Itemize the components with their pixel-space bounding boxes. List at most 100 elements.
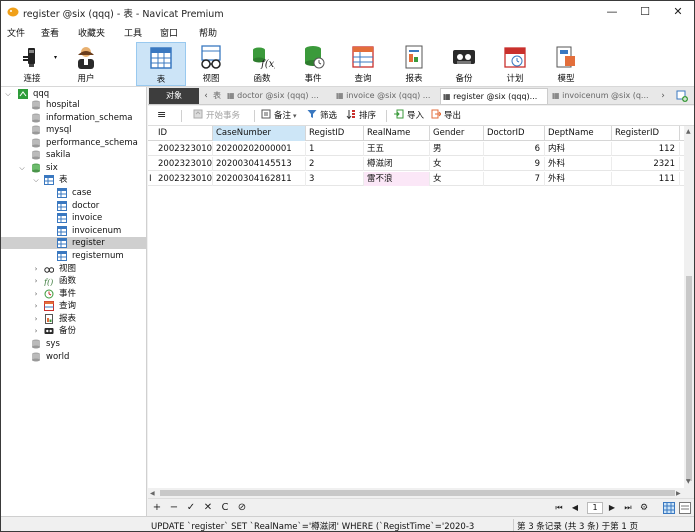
apply-changes-button[interactable]: ✓: [185, 502, 197, 514]
cell-gender[interactable]: 女: [430, 157, 484, 171]
cell-gender[interactable]: 男: [430, 142, 484, 156]
collapse-chevron-icon[interactable]: ⌵: [32, 174, 40, 186]
column-header-registid[interactable]: RegistID: [306, 126, 364, 141]
new-tab-icon[interactable]: [676, 90, 688, 102]
toolbar-table-button[interactable]: 表: [136, 42, 186, 86]
cell-gender[interactable]: 女: [430, 172, 484, 186]
horizontal-scroll-thumb[interactable]: [160, 490, 675, 496]
tree-db-performance-schema[interactable]: performance_schema: [1, 137, 146, 149]
tree-group-events[interactable]: › 事件: [1, 288, 146, 300]
cell-registid[interactable]: 3: [306, 172, 364, 186]
refresh-button[interactable]: C: [219, 502, 231, 514]
cell-registid[interactable]: 1: [306, 142, 364, 156]
collapse-chevron-icon[interactable]: ⌵: [18, 162, 26, 174]
menu-favorites[interactable]: 收藏夹: [78, 26, 105, 39]
menu-tools[interactable]: 工具: [124, 26, 142, 39]
tree-group-views[interactable]: › 视图: [1, 263, 146, 275]
toolbar-backup-button[interactable]: 备份: [439, 42, 489, 86]
note-dropdown-arrow-icon[interactable]: ▾: [293, 109, 297, 123]
expand-chevron-icon[interactable]: ›: [32, 325, 40, 337]
stop-button[interactable]: ⊘: [236, 502, 248, 514]
toolbar-event-button[interactable]: 事件: [288, 42, 338, 86]
last-page-icon[interactable]: ⏭: [622, 502, 634, 514]
toolbar-function-button[interactable]: f(x) 函数: [237, 42, 287, 86]
menu-window[interactable]: 窗口: [160, 26, 178, 39]
menu-view[interactable]: 查看: [41, 26, 59, 39]
close-button[interactable]: ✕: [661, 1, 694, 23]
expand-chevron-icon[interactable]: ›: [32, 300, 40, 312]
tree-db-sys[interactable]: sys: [1, 338, 146, 350]
tab-objects[interactable]: 对象: [149, 88, 199, 104]
cell-realname[interactable]: 樽滋闭: [364, 157, 430, 171]
tab-invoicenum[interactable]: ▦ invoicenum @six (q...: [550, 88, 656, 104]
sort-button[interactable]: 排序: [346, 109, 376, 123]
horizontal-scrollbar[interactable]: ◀ ▶: [148, 488, 684, 498]
tab-table-partial[interactable]: 表: [211, 88, 223, 104]
expand-chevron-icon[interactable]: ›: [32, 275, 40, 287]
tree-tables-group[interactable]: ⌵ 表: [1, 174, 146, 186]
toolbar-report-button[interactable]: 报表: [389, 42, 439, 86]
minimize-button[interactable]: —: [595, 1, 629, 23]
tab-scroll-left-icon[interactable]: ‹: [201, 88, 211, 104]
import-button[interactable]: 导入: [394, 109, 424, 123]
settings-gear-icon[interactable]: ⚙: [638, 502, 650, 514]
vertical-scrollbar[interactable]: ▲ ▼: [684, 126, 694, 488]
tab-register[interactable]: ▦ register @six (qqq)...: [440, 88, 548, 104]
cell-deptname[interactable]: 外科: [545, 157, 612, 171]
vertical-scroll-thumb[interactable]: [686, 276, 692, 481]
expand-chevron-icon[interactable]: ›: [32, 288, 40, 300]
maximize-button[interactable]: ☐: [628, 1, 662, 23]
cell-realname[interactable]: 王五: [364, 142, 430, 156]
tree-group-functions[interactable]: › f() 函数: [1, 275, 146, 287]
cell-casenumber[interactable]: 20200202000001: [213, 142, 306, 156]
table-row[interactable]: 20023230101 20200304145513 2 樽滋闭 女 9 外科 …: [148, 157, 684, 171]
page-number-input[interactable]: 1: [587, 502, 603, 514]
tree-table-doctor[interactable]: doctor: [1, 200, 146, 212]
tab-scroll-right-icon[interactable]: ›: [658, 88, 668, 104]
tree-table-invoicenum[interactable]: invoicenum: [1, 225, 146, 237]
scroll-right-icon[interactable]: ▶: [676, 490, 681, 497]
cell-id[interactable]: 20023230101: [155, 157, 213, 171]
menu-file[interactable]: 文件: [7, 26, 25, 39]
cell-id[interactable]: 20023230101: [155, 142, 213, 156]
previous-page-icon[interactable]: ◀: [569, 502, 581, 514]
form-view-icon[interactable]: [679, 502, 691, 514]
toolbar-schedule-button[interactable]: 计划: [490, 42, 540, 86]
cell-doctorid[interactable]: 9: [484, 157, 545, 171]
tab-doctor[interactable]: ▦ doctor @six (qqq) ...: [225, 88, 333, 104]
grid-view-icon[interactable]: [663, 502, 675, 514]
cell-deptname[interactable]: 外科: [545, 172, 612, 186]
toolbar-query-button[interactable]: 查询: [338, 42, 388, 86]
column-header-realname[interactable]: RealName: [364, 126, 430, 141]
tree-group-queries[interactable]: › 查询: [1, 300, 146, 312]
tree-table-register[interactable]: register: [1, 237, 146, 249]
scroll-down-icon[interactable]: ▼: [686, 478, 691, 485]
export-button[interactable]: 导出: [431, 109, 461, 123]
toolbar-connection-button[interactable]: 连接 ▾: [7, 42, 57, 86]
cell-registerid[interactable]: 111: [612, 172, 680, 186]
toolbar-view-button[interactable]: 视图: [186, 42, 236, 86]
hamburger-menu-icon[interactable]: ≡: [157, 109, 166, 123]
column-header-doctorid[interactable]: DoctorID: [484, 126, 545, 141]
table-row[interactable]: 20023230101 20200202000001 1 王五 男 6 内科 1…: [148, 142, 684, 156]
tree-table-invoice[interactable]: invoice: [1, 212, 146, 224]
cell-doctorid[interactable]: 6: [484, 142, 545, 156]
cell-registerid[interactable]: 2321: [612, 157, 680, 171]
tree-db-six[interactable]: ⌵ six: [1, 162, 146, 174]
cell-id[interactable]: 20023230101: [155, 172, 213, 186]
connection-dropdown-arrow-icon[interactable]: ▾: [54, 54, 57, 61]
tree-table-case[interactable]: case: [1, 187, 146, 199]
tree-db-mysql[interactable]: mysql: [1, 124, 146, 136]
expand-chevron-icon[interactable]: ›: [32, 313, 40, 325]
column-header-id[interactable]: ID: [155, 126, 213, 141]
tree-db-world[interactable]: world: [1, 351, 146, 363]
tree-db-hospital[interactable]: hospital: [1, 99, 146, 111]
column-header-deptname[interactable]: DeptName: [545, 126, 612, 141]
cell-casenumber[interactable]: 20200304162811: [213, 172, 306, 186]
table-row-current[interactable]: I 20023230101 20200304162811 3 雷不浪 女 7 外…: [148, 172, 684, 186]
cell-registerid[interactable]: 112: [612, 142, 680, 156]
scroll-up-icon[interactable]: ▲: [686, 128, 691, 135]
cell-casenumber[interactable]: 20200304145513: [213, 157, 306, 171]
begin-transaction-button[interactable]: 开始事务: [193, 109, 240, 123]
add-record-button[interactable]: +: [151, 502, 163, 514]
